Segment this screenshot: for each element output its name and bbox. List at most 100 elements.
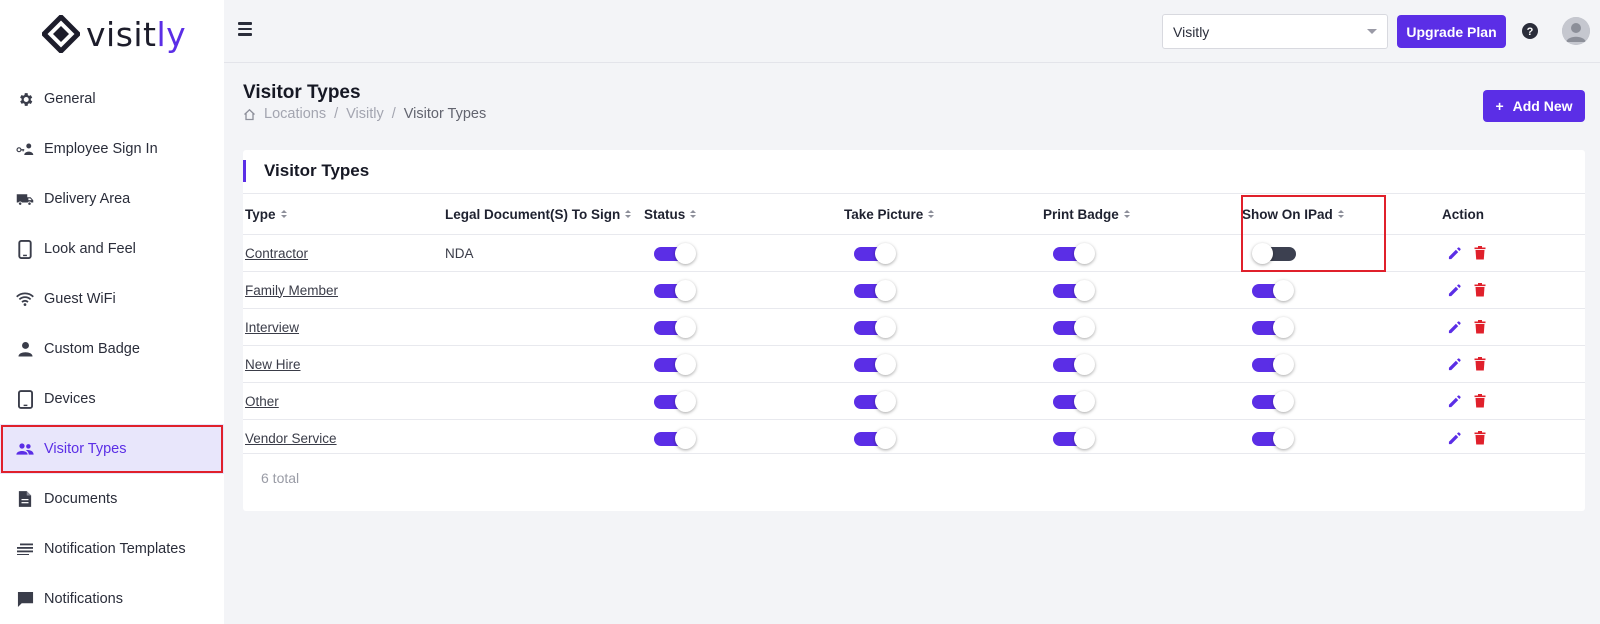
edit-pencil-icon[interactable] — [1447, 283, 1461, 297]
column-header-label: Action — [1442, 206, 1484, 222]
print-badge-toggle-cell — [1053, 346, 1097, 382]
edit-pencil-icon[interactable] — [1447, 357, 1461, 371]
take-picture-toggle[interactable] — [854, 316, 898, 339]
take-picture-toggle[interactable] — [854, 353, 898, 376]
avatar[interactable] — [1562, 17, 1590, 45]
sidebar-item-notifications[interactable]: Notifications — [0, 574, 224, 624]
column-header-legal-documents[interactable]: Legal Document(S) To Sign — [445, 194, 632, 234]
sidebar-item-visitor-types[interactable]: Visitor Types — [0, 424, 224, 474]
show-on-ipad-toggle[interactable] — [1252, 390, 1296, 413]
delete-trash-icon[interactable] — [1473, 394, 1487, 408]
status-toggle-cell — [654, 272, 698, 308]
sort-icon[interactable] — [690, 210, 697, 218]
breadcrumb-locations[interactable]: Locations — [264, 106, 326, 122]
visitor-type-link[interactable]: Interview — [245, 320, 299, 335]
sidebar-item-look-and-feel[interactable]: Look and Feel — [0, 224, 224, 274]
delete-trash-icon[interactable] — [1473, 431, 1487, 445]
visitly-logo[interactable]: visitly — [42, 12, 186, 56]
take-picture-toggle[interactable] — [854, 390, 898, 413]
action-cell — [1447, 420, 1487, 456]
delete-trash-icon[interactable] — [1473, 246, 1487, 260]
toggle-knob — [875, 390, 896, 412]
sort-icon[interactable] — [1123, 210, 1130, 218]
status-toggle[interactable] — [654, 427, 698, 450]
visitor-types-table: Type Legal Document(S) To Sign Status Take … — [243, 193, 1585, 456]
toggle-knob — [675, 242, 696, 264]
help-icon[interactable]: ? — [1521, 22, 1539, 40]
breadcrumb-visitly[interactable]: Visitly — [346, 106, 384, 122]
column-header-label: Show On IPad — [1242, 206, 1333, 222]
sidebar-item-documents[interactable]: Documents — [0, 474, 224, 524]
column-header-type[interactable]: Type — [245, 194, 287, 234]
visitor-type-link[interactable]: Family Member — [245, 283, 338, 298]
toggle-knob — [1074, 353, 1095, 375]
status-toggle-cell — [654, 346, 698, 382]
column-header-take-picture[interactable]: Take Picture — [844, 194, 935, 234]
truck-icon — [16, 190, 34, 208]
sidebar-item-notification-templates[interactable]: Notification Templates — [0, 524, 224, 574]
print-badge-toggle[interactable] — [1053, 279, 1097, 302]
status-toggle[interactable] — [654, 316, 698, 339]
toggle-knob — [675, 427, 696, 449]
column-header-status[interactable]: Status — [644, 194, 697, 234]
toggle-knob — [1074, 390, 1095, 412]
visitly-logo-icon — [42, 15, 80, 53]
visitor-type-link[interactable]: Vendor Service — [245, 431, 337, 446]
take-picture-toggle[interactable] — [854, 242, 898, 265]
show-on-ipad-toggle[interactable] — [1252, 353, 1296, 376]
delete-trash-icon[interactable] — [1473, 283, 1487, 297]
visitor-type-link[interactable]: Other — [245, 394, 279, 409]
toggle-knob — [875, 316, 896, 338]
status-toggle[interactable] — [654, 390, 698, 413]
sort-icon[interactable] — [928, 210, 935, 218]
print-badge-toggle[interactable] — [1053, 316, 1097, 339]
print-badge-toggle[interactable] — [1053, 353, 1097, 376]
home-icon[interactable] — [243, 108, 256, 121]
show-on-ipad-toggle[interactable] — [1252, 427, 1296, 450]
column-header-show-on-ipad[interactable]: Show On IPad — [1242, 194, 1344, 234]
toggle-knob — [1252, 242, 1273, 264]
sidebar-item-label: Notifications — [44, 591, 123, 607]
show-on-ipad-toggle[interactable] — [1252, 316, 1296, 339]
print-badge-toggle[interactable] — [1053, 242, 1097, 265]
sidebar-item-employee-sign-in[interactable]: Employee Sign In — [0, 124, 224, 174]
status-toggle[interactable] — [654, 279, 698, 302]
status-toggle[interactable] — [654, 242, 698, 265]
edit-pencil-icon[interactable] — [1447, 320, 1461, 334]
hamburger-menu-icon[interactable] — [238, 22, 252, 36]
toggle-knob — [1074, 316, 1095, 338]
sidebar-item-custom-badge[interactable]: Custom Badge — [0, 324, 224, 374]
edit-pencil-icon[interactable] — [1447, 246, 1461, 260]
visitor-type-link[interactable]: Contractor — [245, 246, 308, 261]
print-badge-toggle-cell — [1053, 383, 1097, 419]
status-toggle[interactable] — [654, 353, 698, 376]
delete-trash-icon[interactable] — [1473, 320, 1487, 334]
visitor-type-link[interactable]: New Hire — [245, 357, 301, 372]
sort-icon[interactable] — [625, 210, 632, 218]
take-picture-toggle[interactable] — [854, 279, 898, 302]
print-badge-toggle[interactable] — [1053, 390, 1097, 413]
column-header-print-badge[interactable]: Print Badge — [1043, 194, 1130, 234]
upgrade-plan-button[interactable]: Upgrade Plan — [1397, 15, 1506, 48]
delete-trash-icon[interactable] — [1473, 357, 1487, 371]
edit-pencil-icon[interactable] — [1447, 431, 1461, 445]
employee-key-icon — [16, 140, 34, 158]
sidebar-item-general[interactable]: General — [0, 74, 224, 124]
take-picture-toggle[interactable] — [854, 427, 898, 450]
take-picture-toggle-cell — [854, 272, 898, 308]
sidebar-item-devices[interactable]: Devices — [0, 374, 224, 424]
sort-icon[interactable] — [1337, 210, 1344, 218]
toggle-knob — [675, 279, 696, 301]
show-on-ipad-toggle[interactable] — [1252, 242, 1296, 265]
status-toggle-cell — [654, 420, 698, 456]
print-badge-toggle[interactable] — [1053, 427, 1097, 450]
sidebar-item-delivery-area[interactable]: Delivery Area — [0, 174, 224, 224]
sidebar-item-guest-wifi[interactable]: Guest WiFi — [0, 274, 224, 324]
add-new-button[interactable]: + Add New — [1483, 90, 1585, 122]
show-on-ipad-toggle[interactable] — [1252, 279, 1296, 302]
sort-icon[interactable] — [280, 210, 287, 218]
type-cell: New Hire — [245, 346, 301, 382]
gear-icon — [16, 90, 34, 108]
edit-pencil-icon[interactable] — [1447, 394, 1461, 408]
location-select[interactable]: Visitly — [1162, 14, 1388, 49]
